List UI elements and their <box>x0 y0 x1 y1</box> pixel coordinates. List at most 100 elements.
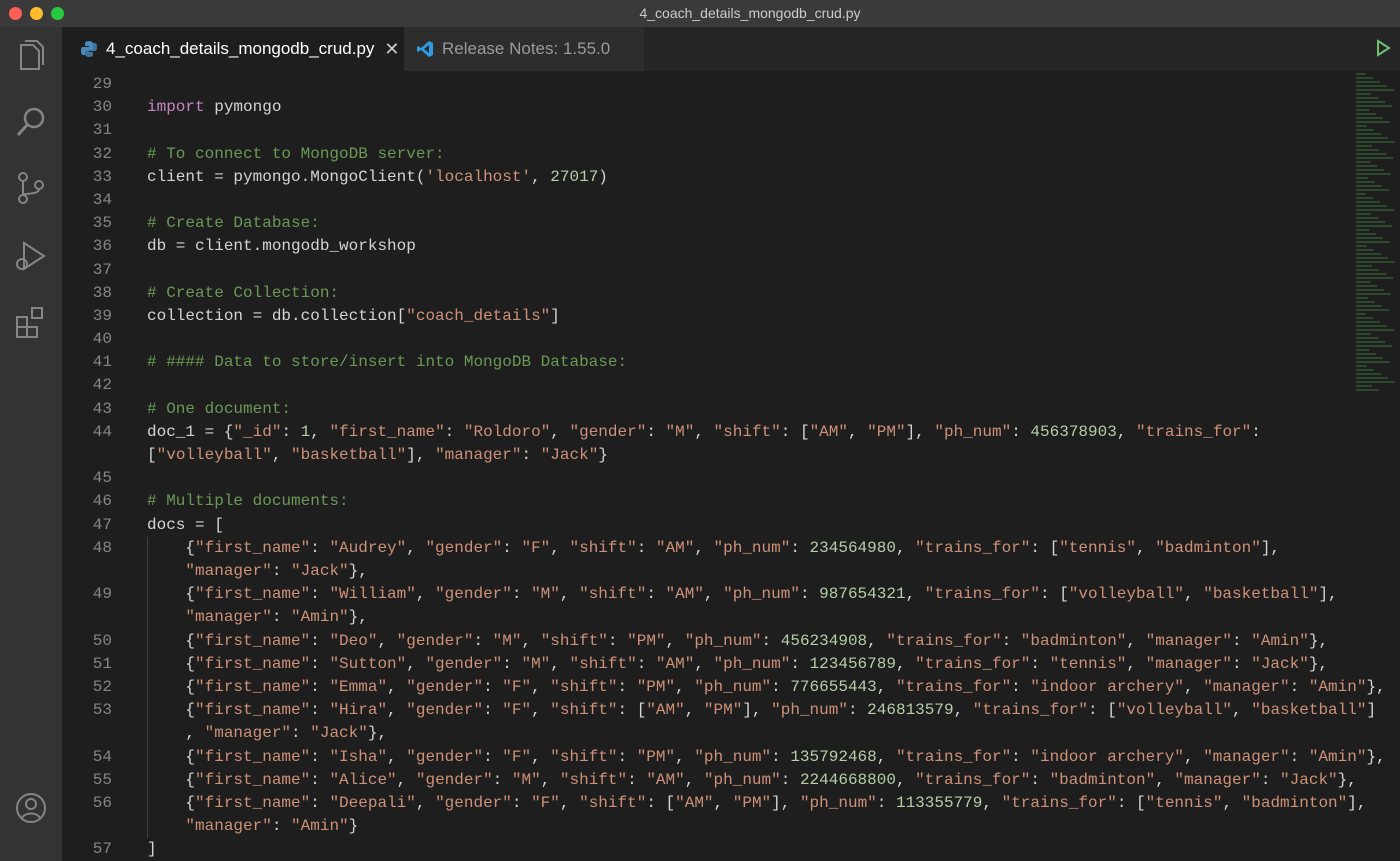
minimap-line <box>1356 265 1372 267</box>
line-number: 56 <box>92 793 112 812</box>
code-line[interactable]: 56 {"first_name": "Deepali", "gender": "… <box>62 791 1366 839</box>
code-line[interactable]: 30 import pymongo <box>62 96 1352 119</box>
code-line[interactable]: 57] <box>62 838 1352 861</box>
code-line[interactable]: 43 # One document: <box>62 398 1352 421</box>
code-text: # One document: <box>147 399 292 418</box>
minimap-line <box>1356 209 1394 211</box>
minimap-line <box>1356 289 1384 291</box>
code-line[interactable]: 45 <box>62 467 1352 490</box>
account-icon[interactable] <box>12 789 50 827</box>
line-number: 48 <box>92 538 112 557</box>
code-text: "manager": "Jack"}, <box>185 561 368 580</box>
code-line[interactable]: 46 # Multiple documents: <box>62 490 1352 513</box>
code-line[interactable]: 49 {"first_name": "William", "gender": "… <box>62 583 1352 630</box>
line-number: 38 <box>92 283 112 302</box>
code-line[interactable]: 47 docs = [ <box>62 514 1352 537</box>
code-editor[interactable]: 29 30 import pymongo 31 32 # To connect to Mo… <box>62 71 1400 861</box>
line-number: 42 <box>92 376 112 395</box>
code-line[interactable]: 44 doc_1 = {"_id": 1, "first_name": "Rold… <box>62 421 1352 467</box>
line-number: 57 <box>92 840 112 859</box>
line-number: 43 <box>92 399 112 418</box>
code-area[interactable]: 29 30 import pymongo 31 32 # To connect to Mo… <box>62 71 1386 861</box>
code-text: {"first_name": "William", "gender": "M",… <box>147 585 1338 604</box>
line-number: 30 <box>92 98 112 117</box>
code-line[interactable]: 50 {"first_name": "Deo", "gender": "M", … <box>62 629 1352 653</box>
line-number: 46 <box>92 492 112 511</box>
code-line[interactable]: 32 # To connect to MongoDB server: <box>62 143 1352 166</box>
line-number: 36 <box>92 237 112 256</box>
minimap-line <box>1356 233 1376 235</box>
run-icon[interactable] <box>1374 39 1392 57</box>
minimap-line <box>1356 297 1368 299</box>
minimap-line <box>1356 309 1389 311</box>
title-bar: 4_coach_details_mongodb_crud.py <box>0 0 1400 28</box>
explorer-icon[interactable] <box>12 37 50 75</box>
code-text: doc_1 = {"_id": 1, "first_name": "Roldor… <box>147 422 1261 441</box>
line-number: 55 <box>92 770 112 789</box>
code-line[interactable]: 39 collection = db.collection["coach_deta… <box>62 305 1352 328</box>
tab-bar: 4_coach_details_mongodb_crud.py ✕ Releas… <box>62 27 1400 71</box>
code-text: docs = [ <box>147 515 224 534</box>
extensions-icon[interactable] <box>12 303 50 341</box>
minimap-line <box>1356 169 1384 171</box>
line-number: 37 <box>92 260 112 279</box>
minimap-line <box>1356 185 1382 187</box>
run-debug-icon[interactable] <box>12 237 50 275</box>
minimap-line <box>1356 181 1375 183</box>
minimap-line <box>1356 373 1381 375</box>
code-line[interactable]: 35 # Create Database: <box>62 212 1352 235</box>
minimap-line <box>1356 193 1366 195</box>
minimap-line <box>1356 237 1383 239</box>
code-line[interactable]: 41 # #### Data to store/insert into Mongo… <box>62 351 1352 374</box>
code-text: , "manager": "Jack"}, <box>147 724 388 743</box>
minimap-line <box>1356 381 1395 383</box>
code-line[interactable]: 55 {"first_name": "Alice", "gender": "M"… <box>62 768 1357 792</box>
code-line[interactable]: 53 {"first_name": "Hira", "gender": "F",… <box>62 699 1376 746</box>
source-control-icon[interactable] <box>12 169 50 207</box>
search-icon[interactable] <box>12 103 50 141</box>
code-text: "manager": "Amin"}, <box>185 608 368 627</box>
minimap-line <box>1356 321 1380 323</box>
minimap-line <box>1356 365 1367 367</box>
code-text: # Create Database: <box>147 214 320 233</box>
minimap-line <box>1356 249 1374 251</box>
code-line[interactable]: 54 {"first_name": "Isha", "gender": "F",… <box>62 745 1386 769</box>
close-icon[interactable]: ✕ <box>384 39 399 60</box>
tab-release-notes[interactable]: Release Notes: 1.55.0 <box>404 27 644 71</box>
minimap-line <box>1356 229 1369 231</box>
minimap-line <box>1356 281 1370 283</box>
minimap-line <box>1356 293 1391 295</box>
minimap-line <box>1356 73 1366 75</box>
minimap[interactable] <box>1356 71 1400 401</box>
code-text: {"first_name": "Audrey", "gender": "F", … <box>147 538 1281 557</box>
minimap-line <box>1356 245 1367 247</box>
minimap-line <box>1356 353 1376 355</box>
code-line[interactable]: 37 <box>62 259 1352 282</box>
code-text: # To connect to MongoDB server: <box>147 144 445 163</box>
code-line[interactable]: 34 <box>62 189 1352 212</box>
tab-coach-details[interactable]: 4_coach_details_mongodb_crud.py ✕ <box>62 27 404 71</box>
line-number: 50 <box>92 631 112 650</box>
minimap-line <box>1356 153 1386 155</box>
minimap-line <box>1356 173 1391 175</box>
code-line[interactable]: 48 {"first_name": "Audrey", "gender": "F… <box>62 536 1352 584</box>
code-line[interactable]: 29 <box>62 73 1352 96</box>
code-line[interactable]: 38 # Create Collection: <box>62 282 1352 305</box>
code-line[interactable]: 33 client = pymongo.MongoClient('localhos… <box>62 166 1352 189</box>
code-line[interactable]: 52 {"first_name": "Emma", "gender": "F",… <box>62 675 1386 700</box>
minimap-line <box>1356 313 1366 315</box>
code-text: {"first_name": "Sutton", "gender": "M", … <box>147 654 1329 673</box>
code-line[interactable]: 51 {"first_name": "Sutton", "gender": "M… <box>62 652 1352 676</box>
minimap-line <box>1356 93 1371 95</box>
minimap-line <box>1356 349 1369 351</box>
line-number: 45 <box>92 469 112 488</box>
minimap-line <box>1356 145 1372 147</box>
code-line[interactable]: 42 <box>62 374 1352 397</box>
code-line[interactable]: 36 db = client.mongodb_workshop <box>62 235 1352 258</box>
code-text: {"first_name": "Deo", "gender": "M", "sh… <box>147 631 1329 650</box>
code-line[interactable]: 40 <box>62 328 1352 351</box>
minimap-line <box>1356 157 1393 159</box>
minimap-line <box>1356 305 1382 307</box>
code-line[interactable]: 31 <box>62 119 1352 142</box>
minimap-line <box>1356 205 1387 207</box>
